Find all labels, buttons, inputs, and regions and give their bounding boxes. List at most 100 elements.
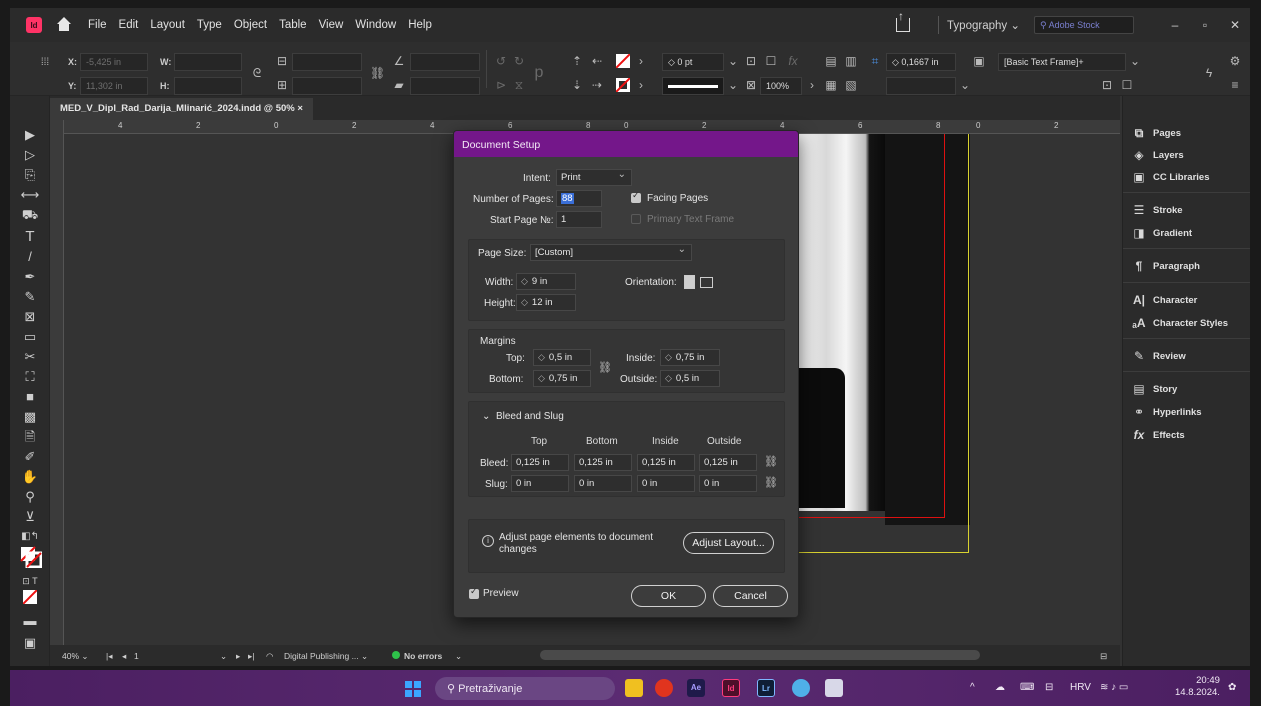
page-tool-icon[interactable]: ⎘ (20, 166, 40, 184)
profile-select[interactable]: Digital Publishing ... ⌄ (284, 651, 368, 662)
bleed-inside-input[interactable]: 0,125 in (637, 454, 695, 471)
auto-fit-icon[interactable]: ⊡ (1100, 78, 1114, 92)
panel-character-styles[interactable]: ₐA Character Styles (1131, 312, 1228, 334)
y-position-input[interactable]: 11,302 in (80, 77, 148, 95)
height-input[interactable] (174, 77, 242, 95)
panel-menu-icon[interactable]: ≡ (1228, 78, 1242, 92)
split-view-icon[interactable]: ⊟ (1100, 651, 1107, 662)
ok-button[interactable]: OK (631, 585, 706, 607)
scale-x-icon[interactable]: ⊟ (275, 54, 289, 68)
file-explorer-icon[interactable] (625, 679, 643, 697)
select-content-icon[interactable]: ⇣ (570, 78, 584, 92)
close-window-button[interactable]: ✕ (1220, 18, 1250, 32)
object-style-icon[interactable]: ▣ (972, 54, 986, 68)
menu-window[interactable]: Window (355, 19, 396, 31)
margin-bottom-input[interactable]: ◇ 0,75 in (533, 370, 591, 387)
width-input[interactable] (174, 53, 242, 71)
app-icon[interactable] (825, 679, 843, 697)
page-height-input[interactable]: ◇ 12 in (516, 294, 576, 311)
previous-page-button[interactable]: ◂ (122, 651, 126, 662)
start-page-input[interactable]: 1 (556, 211, 602, 228)
margin-top-input[interactable]: ◇ 0,5 in (533, 349, 591, 366)
primary-text-frame-checkbox[interactable] (631, 214, 641, 224)
align-left-icon[interactable]: ▤ (824, 54, 838, 68)
gradient-swatch-tool-icon[interactable]: ■ (20, 388, 40, 406)
pen-tool-icon[interactable]: ✒ (20, 268, 40, 286)
scale-y-input[interactable] (292, 77, 362, 95)
rotate-cw-icon[interactable]: ↻ (512, 54, 526, 68)
menu-layout[interactable]: Layout (150, 19, 185, 31)
horizontal-scrollbar[interactable] (540, 650, 980, 660)
reference-point-icon[interactable]: ⁞⁞⁞ (38, 56, 52, 70)
panel-layers[interactable]: ◈ Layers (1131, 144, 1183, 166)
page-dropdown-icon[interactable]: ⌄ (220, 651, 227, 662)
display-icon[interactable]: ⊟ (1045, 682, 1053, 693)
panel-review[interactable]: ✎ Review (1131, 345, 1186, 367)
stroke-style-dropdown-icon[interactable]: ⌄ (958, 78, 972, 92)
object-style-select[interactable]: [Basic Text Frame]+ (998, 53, 1126, 71)
page-width-input[interactable]: ◇ 9 in (516, 273, 576, 290)
formatting-affects-icon[interactable]: ⊡ T (20, 572, 40, 590)
constrain-scale-icon[interactable]: ⛓ (370, 66, 385, 80)
stroke-weight-dropdown-icon[interactable]: ⌄ (726, 54, 740, 68)
menu-type[interactable]: Type (197, 19, 222, 31)
menu-help[interactable]: Help (408, 19, 432, 31)
distribute-icon[interactable]: ▦ (824, 78, 838, 92)
frame-icon[interactable]: ☐ (764, 54, 778, 68)
stroke-swatch-icon[interactable] (615, 77, 631, 93)
panel-gradient[interactable]: ◨ Gradient (1131, 222, 1192, 244)
scissors-tool-icon[interactable]: ✂ (20, 348, 40, 366)
gutter-input[interactable]: ◇ 0,1667 in (886, 53, 956, 71)
close-tab-icon[interactable]: × (297, 103, 303, 114)
zoom-level-select[interactable]: 40% ⌄ (62, 651, 89, 662)
home-icon[interactable] (56, 17, 72, 33)
portrait-icon[interactable] (684, 275, 695, 289)
shear-angle-input[interactable] (410, 77, 480, 95)
preview-checkbox[interactable] (469, 586, 479, 599)
keyboard-icon[interactable]: ⌨ (1020, 682, 1034, 693)
stroke-weight-input[interactable]: ◇ 0 pt (662, 53, 724, 71)
selection-tool-icon[interactable]: ▶ (20, 126, 40, 144)
menu-view[interactable]: View (319, 19, 344, 31)
adobe-stock-search-input[interactable]: ⚲ Adobe Stock (1034, 16, 1134, 34)
intent-select[interactable]: Print (556, 169, 632, 186)
indesign-taskbar-icon[interactable]: Id (722, 679, 740, 697)
margin-outside-input[interactable]: ◇ 0,5 in (660, 370, 720, 387)
rectangle-frame-tool-icon[interactable]: ⊠ (20, 308, 40, 326)
x-position-input[interactable]: -5,425 in (80, 53, 148, 71)
preview-mode-icon[interactable]: ▣ (20, 634, 40, 652)
first-page-button[interactable]: |◂ (106, 651, 112, 662)
select-container-icon[interactable]: ⇡ (570, 54, 584, 68)
transform-icon[interactable]: ⊻ (20, 508, 40, 526)
slug-bottom-input[interactable]: 0 in (574, 475, 632, 492)
taskbar-search-input[interactable]: ⚲ Pretraživanje (435, 677, 615, 700)
fill-menu-icon[interactable]: › (634, 54, 648, 68)
note-tool-icon[interactable]: 🗎 (20, 428, 40, 446)
page-number-input[interactable]: 1 (134, 651, 214, 661)
opacity-input[interactable]: 100% (760, 77, 802, 95)
stroke-type-select[interactable] (662, 77, 724, 95)
hand-tool-icon[interactable]: ✋ (20, 468, 40, 486)
apply-none-icon[interactable] (20, 589, 40, 608)
default-fill-stroke-icon[interactable]: ◧↰ (20, 528, 40, 546)
content-type-icon[interactable]: p (532, 65, 546, 81)
screen-mode-icon[interactable]: ▬ (20, 612, 40, 630)
stroke-type-dropdown-icon[interactable]: ⌄ (726, 78, 740, 92)
bleed-top-input[interactable]: 0,125 in (511, 454, 569, 471)
bleed-link-icon[interactable]: ⛓ (764, 455, 778, 468)
scale-x-input[interactable] (292, 53, 362, 71)
minimize-button[interactable]: – (1160, 18, 1190, 32)
panel-cc-libraries[interactable]: ▣ CC Libraries (1131, 166, 1209, 188)
content-collector-icon[interactable]: ⛟ (20, 206, 40, 224)
shear-angle-icon[interactable]: ▰ (392, 78, 406, 92)
menu-table[interactable]: Table (279, 19, 307, 31)
gap-tool-icon[interactable]: ⟷ (20, 186, 40, 204)
margins-link-icon[interactable]: ⛓ (598, 361, 612, 374)
constrain-proportions-icon[interactable]: ᘓ (250, 66, 264, 80)
slug-link-icon[interactable]: ⛓ (764, 476, 778, 489)
last-page-button[interactable]: ▸| (248, 651, 254, 662)
line-tool-icon[interactable]: / (20, 248, 40, 266)
direct-selection-tool-icon[interactable]: ▷ (20, 146, 40, 164)
adjust-layout-button[interactable]: Adjust Layout... (683, 532, 774, 554)
free-transform-tool-icon[interactable]: ⛶ (20, 368, 40, 386)
